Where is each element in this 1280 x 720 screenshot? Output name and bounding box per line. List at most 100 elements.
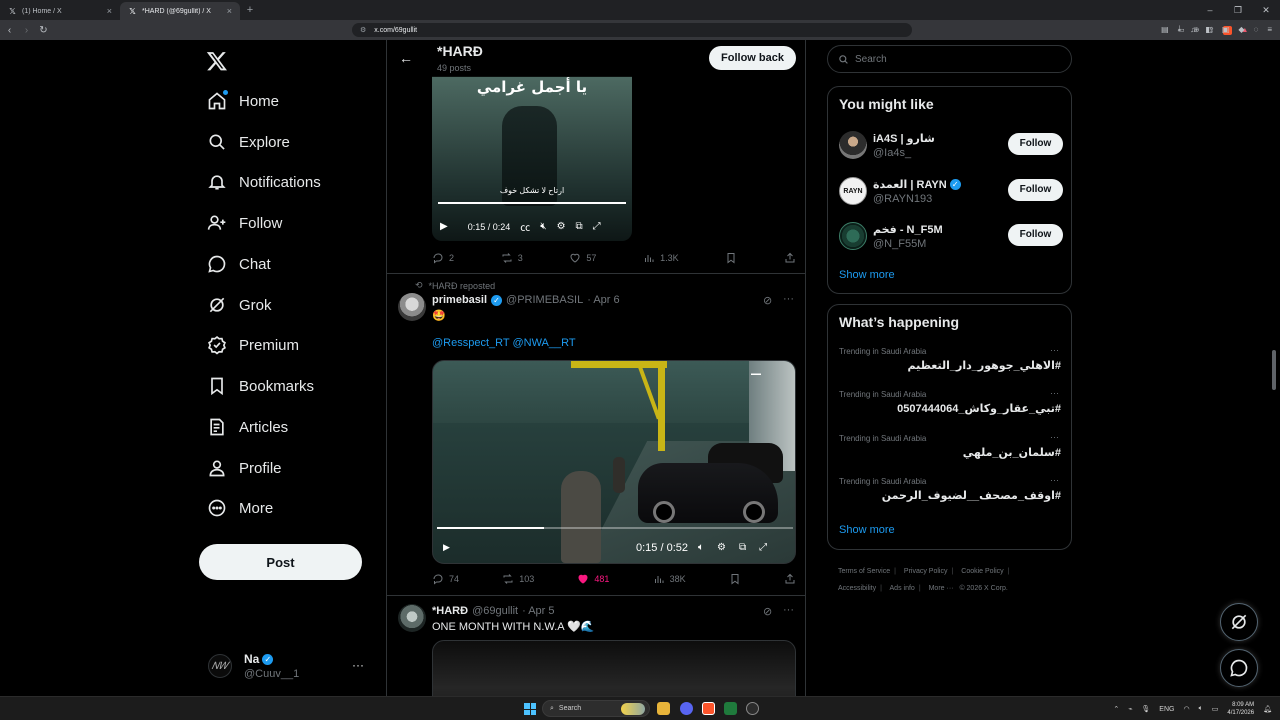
author-name[interactable]: primebasil xyxy=(432,294,487,306)
views-button[interactable]: 38K xyxy=(653,573,686,585)
play-icon[interactable]: ▶ xyxy=(443,542,450,553)
pip-icon[interactable]: ⧉ xyxy=(576,221,583,232)
trend-item[interactable]: Trending in Saudi Arabia ··· #الاهلي_جوه… xyxy=(839,345,1061,379)
follow-back-button[interactable]: Follow back xyxy=(709,46,796,70)
avatar[interactable] xyxy=(398,293,426,321)
excel-icon[interactable] xyxy=(724,702,737,715)
footer-link[interactable]: Ads info xyxy=(890,585,915,592)
settings-icon[interactable]: ⚙ xyxy=(557,221,566,232)
like-button[interactable]: 57 xyxy=(569,252,596,264)
share-post-button[interactable] xyxy=(784,573,796,585)
nav-chat[interactable]: Chat xyxy=(206,246,271,282)
back-nav-icon[interactable]: ‹ xyxy=(2,25,17,36)
wallet-icon[interactable]: ▣ xyxy=(1222,25,1230,34)
post-mentions[interactable]: @Resspect_RT @NWA__RT xyxy=(432,337,576,349)
play-icon[interactable]: ▶ xyxy=(440,221,448,232)
mic-icon[interactable]: 🎙︎ xyxy=(1141,705,1150,713)
video-player[interactable]: ▬▬ ▶ 0:15 / 0:52 🔈︎ ⚙ ⧉ ⤢ xyxy=(432,360,796,564)
suggestion-item[interactable]: iA4S | شارو @Ia4s_ Follow xyxy=(839,129,1063,161)
chat-fab[interactable] xyxy=(1220,649,1258,687)
sidebar-icon[interactable]: ▤ xyxy=(1161,25,1169,34)
nav-profile[interactable]: Profile xyxy=(206,450,282,486)
app-icon[interactable] xyxy=(746,702,759,715)
nav-bookmarks[interactable]: Bookmarks xyxy=(206,368,314,404)
post-more-icon[interactable]: ··· xyxy=(783,604,794,616)
taskbar-clock[interactable]: 8:09 AM 4/17/2026 xyxy=(1227,701,1254,717)
trend-more-icon[interactable]: ··· xyxy=(1050,475,1059,485)
download-icon[interactable]: ⤓ xyxy=(1178,24,1182,34)
address-bar[interactable]: ⚙ x.com/69gullit ▭ ⊕ ⇪ ▲ xyxy=(352,23,1248,37)
menu-icon[interactable]: ≡ xyxy=(1267,25,1272,34)
video-player[interactable]: يا أجمل غرامي ارتاح لا تشكل خوف ▶ 0:15 /… xyxy=(432,76,632,241)
tray-overflow-icon[interactable]: ⌃ xyxy=(1113,705,1119,713)
language-indicator[interactable]: ENG xyxy=(1159,706,1174,713)
bookmark-post-button[interactable] xyxy=(729,573,741,585)
tab-close-icon[interactable]: × xyxy=(107,6,112,16)
follow-button[interactable]: Follow xyxy=(1008,133,1063,155)
panel-icon[interactable]: ◧ xyxy=(1205,25,1213,34)
follow-button[interactable]: Follow xyxy=(1008,179,1063,201)
grok-fab[interactable] xyxy=(1220,603,1258,641)
post-more-icon[interactable]: ··· xyxy=(783,293,794,305)
footer-link[interactable]: Cookie Policy xyxy=(961,568,1003,575)
suggestion-item[interactable]: فخم - N_F5M @N_F55M Follow xyxy=(839,220,1063,252)
browser-tab-home[interactable]: 𝕏 (1) Home / X × xyxy=(0,2,120,20)
footer-link[interactable]: Privacy Policy xyxy=(904,568,948,575)
discord-icon[interactable] xyxy=(680,702,693,715)
footer-link[interactable]: Accessibility xyxy=(838,585,876,592)
brave-browser-icon[interactable] xyxy=(702,702,715,715)
browser-tab-profile[interactable]: 𝕏 *HARD (@69gullit) / X × xyxy=(120,2,240,20)
music-icon[interactable]: ♫ xyxy=(1190,25,1196,34)
trend-more-icon[interactable]: ··· xyxy=(1050,345,1059,355)
x-logo-icon[interactable] xyxy=(206,50,228,72)
back-arrow-icon[interactable]: ← xyxy=(399,50,413,66)
network-icon[interactable]: ⌁ xyxy=(1128,705,1132,713)
repost-button[interactable]: 3 xyxy=(501,252,523,264)
video-progress-bar[interactable] xyxy=(437,527,793,529)
wifi-icon[interactable]: ◠ xyxy=(1183,705,1189,713)
trend-item[interactable]: Trending in Saudi Arabia ··· #تبي_عقار_و… xyxy=(839,388,1061,422)
minimize-button[interactable]: – xyxy=(1196,0,1224,20)
volume-icon[interactable]: 🔈︎ xyxy=(1199,705,1203,713)
post-media[interactable] xyxy=(432,640,796,696)
pip-icon[interactable]: ⧉ xyxy=(739,542,746,553)
repost-button[interactable]: 103 xyxy=(502,573,534,585)
show-more-link[interactable]: Show more xyxy=(839,269,895,281)
windows-start-icon[interactable] xyxy=(524,703,536,715)
volume-icon[interactable]: 🔈︎ xyxy=(698,542,704,553)
nav-articles[interactable]: Articles xyxy=(206,409,288,445)
nav-grok[interactable]: Grok xyxy=(206,287,272,323)
fullscreen-icon[interactable]: ⤢ xyxy=(593,221,601,232)
maximize-button[interactable]: ❐ xyxy=(1224,0,1252,20)
grok-icon[interactable]: ⊘ xyxy=(763,605,772,618)
tab-close-icon[interactable]: × xyxy=(227,6,232,16)
video-progress-bar[interactable] xyxy=(438,202,626,204)
page-scrollbar[interactable] xyxy=(1272,350,1276,390)
site-info-icon[interactable]: ⚙ xyxy=(360,26,366,34)
grok-icon[interactable]: ⊘ xyxy=(763,294,772,307)
post-button[interactable]: Post xyxy=(199,544,362,580)
nav-more[interactable]: More xyxy=(206,490,273,526)
forward-nav-icon[interactable]: › xyxy=(19,25,34,36)
show-more-link[interactable]: Show more xyxy=(839,524,895,536)
trend-more-icon[interactable]: ··· xyxy=(1050,388,1059,398)
suggestion-item[interactable]: RAYN العمدة | RAYN ✓ @RAYN193 Follow xyxy=(839,175,1063,207)
author-name[interactable]: *HARĐ xyxy=(432,605,468,617)
account-more-icon[interactable]: ··· xyxy=(352,658,364,672)
footer-link[interactable]: Terms of Service xyxy=(838,568,890,575)
taskbar-search[interactable]: ⌕ Search xyxy=(542,700,650,717)
like-button[interactable]: 481 xyxy=(577,573,609,585)
avatar[interactable] xyxy=(398,604,426,632)
notifications-bell-icon[interactable]: 🔔︎ xyxy=(1263,705,1272,713)
trend-item[interactable]: Trending in Saudi Arabia ··· #سلمان_بن_م… xyxy=(839,432,1061,466)
extension-icon[interactable]: ◆ xyxy=(1238,25,1244,34)
file-explorer-icon[interactable] xyxy=(657,702,670,715)
bookmark-post-button[interactable] xyxy=(725,252,737,264)
trend-more-icon[interactable]: ··· xyxy=(1050,432,1059,442)
footer-link[interactable]: More ··· xyxy=(929,585,954,592)
captions-icon[interactable]: ㏄ xyxy=(520,219,530,234)
trend-item[interactable]: Trending in Saudi Arabia ··· #اوقف_مصحف_… xyxy=(839,475,1061,509)
views-button[interactable]: 1.3K xyxy=(643,252,679,264)
nav-notifications[interactable]: Notifications xyxy=(206,164,321,200)
new-tab-button[interactable]: + xyxy=(240,4,260,16)
